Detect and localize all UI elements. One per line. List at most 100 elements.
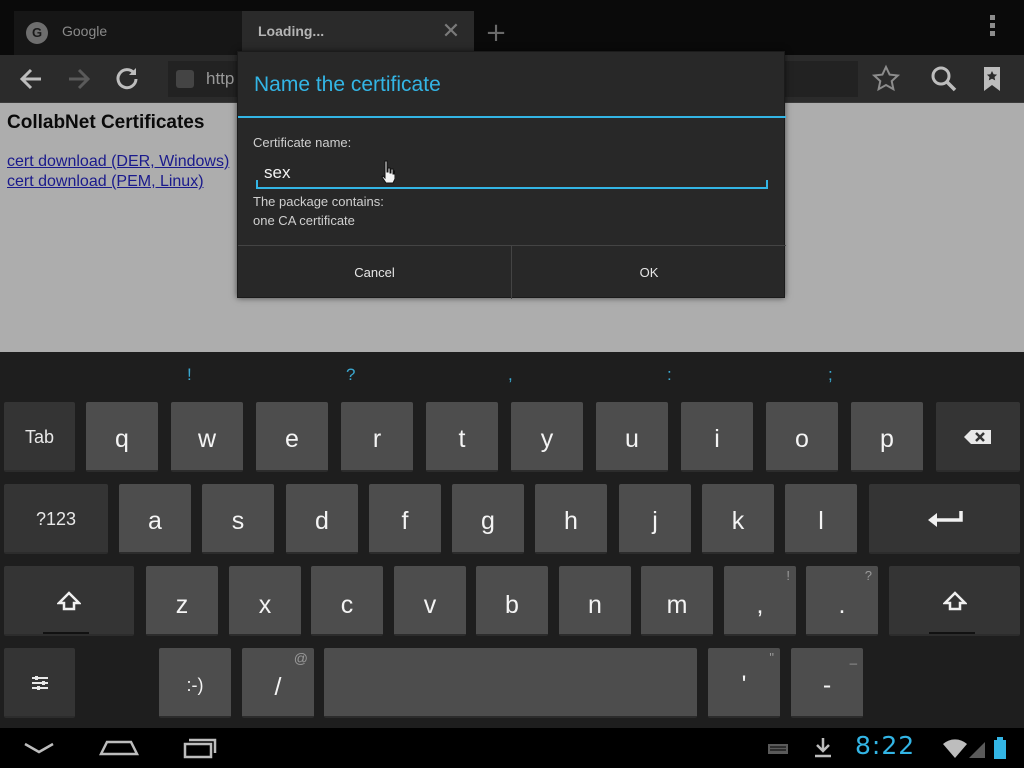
soft-keyboard: ! ? , : ; Tab q w e r t y u i o p ?123 a… [0, 352, 1024, 728]
system-nav-bar: 8:22 [0, 728, 1024, 768]
hint-symbol: ; [828, 365, 833, 384]
key-j[interactable]: j [619, 484, 691, 554]
apostrophe-key[interactable]: ' " [708, 648, 780, 718]
dialog-button-bar: Cancel OK [238, 245, 786, 299]
battery-icon [990, 732, 1010, 764]
settings-icon [31, 676, 48, 690]
key-o[interactable]: o [766, 402, 838, 472]
tab-title: Google [62, 23, 108, 39]
symbols-mode-key[interactable]: ?123 [4, 484, 108, 554]
home-icon[interactable] [92, 732, 146, 764]
bookmarks-icon[interactable] [974, 61, 1010, 97]
back-arrow-icon[interactable] [13, 61, 49, 97]
star-icon[interactable] [868, 61, 904, 97]
close-tab-icon[interactable]: ✕ [438, 19, 464, 45]
google-favicon-icon: G [26, 22, 48, 44]
dash-key-hint: _ [849, 650, 857, 665]
forward-arrow-icon[interactable] [61, 61, 97, 97]
key-v[interactable]: v [394, 566, 466, 636]
key-f[interactable]: f [369, 484, 441, 554]
backspace-key[interactable] [936, 402, 1020, 472]
key-e[interactable]: e [256, 402, 328, 472]
keyboard-settings-key[interactable] [4, 648, 75, 718]
overflow-menu-icon[interactable] [982, 12, 1002, 42]
tab-strip: G Google Loading... ✕ + [0, 0, 1024, 55]
recent-apps-icon[interactable] [173, 732, 227, 764]
backspace-icon [964, 430, 991, 444]
cancel-button[interactable]: Cancel [238, 246, 511, 299]
slash-key[interactable]: / @ [242, 648, 314, 718]
tab-title: Loading... [258, 23, 325, 39]
url-text: http [206, 69, 235, 88]
certificate-name-input[interactable] [256, 159, 768, 189]
key-k[interactable]: k [702, 484, 774, 554]
keyboard-hint-row: ! ? , : ; [0, 352, 1024, 398]
shift-indicator [43, 632, 90, 634]
hint-symbol: ? [346, 365, 356, 384]
period-key-hint: ? [864, 568, 872, 583]
hide-keyboard-icon[interactable] [12, 732, 66, 764]
key-i[interactable]: i [681, 402, 753, 472]
key-r[interactable]: r [341, 402, 413, 472]
pem-download-link[interactable]: cert download (PEM, Linux) [7, 173, 204, 191]
key-t[interactable]: t [426, 402, 498, 472]
name-certificate-dialog: Name the certificate Certificate name: T… [237, 51, 786, 299]
package-info-line: one CA certificate [253, 213, 355, 228]
hint-symbol: ! [187, 365, 192, 384]
key-u[interactable]: u [596, 402, 668, 472]
package-info-line: The package contains: [253, 194, 384, 209]
smiley-key[interactable]: :-) [159, 648, 231, 718]
comma-key[interactable]: , ! [724, 566, 796, 636]
certificate-name-label: Certificate name: [253, 135, 352, 150]
key-a[interactable]: a [119, 484, 191, 554]
input-edge-right [766, 180, 768, 188]
shift-icon [55, 591, 83, 611]
hint-symbol: : [667, 365, 672, 384]
key-q[interactable]: q [86, 402, 158, 472]
new-tab-button[interactable]: + [480, 16, 512, 50]
dialog-title: Name the certificate [254, 73, 441, 96]
period-key[interactable]: . ? [806, 566, 878, 636]
hand-cursor-icon [381, 160, 396, 184]
key-y[interactable]: y [511, 402, 583, 472]
tab-google[interactable]: G Google [14, 11, 242, 55]
enter-key[interactable] [869, 484, 1020, 554]
shift-key-left[interactable] [4, 566, 134, 636]
key-h[interactable]: h [535, 484, 607, 554]
shift-indicator [928, 632, 975, 634]
refresh-icon[interactable] [109, 61, 145, 97]
comma-key-hint: ! [786, 568, 790, 583]
spacebar-key[interactable] [324, 648, 697, 718]
key-b[interactable]: b [476, 566, 548, 636]
key-s[interactable]: s [202, 484, 274, 554]
der-download-link[interactable]: cert download (DER, Windows) [7, 153, 229, 171]
shift-icon [941, 591, 968, 611]
key-x[interactable]: x [229, 566, 301, 636]
tab-loading[interactable]: Loading... ✕ [242, 11, 474, 55]
search-icon[interactable] [926, 61, 962, 97]
key-l[interactable]: l [785, 484, 857, 554]
signal-icon [966, 732, 988, 764]
key-c[interactable]: c [311, 566, 383, 636]
dash-key[interactable]: - _ [791, 648, 863, 718]
key-z[interactable]: z [146, 566, 218, 636]
dialog-title-divider [238, 116, 786, 118]
key-n[interactable]: n [559, 566, 631, 636]
hint-symbol: , [508, 365, 513, 384]
key-m[interactable]: m [641, 566, 713, 636]
slash-key-hint: @ [293, 650, 308, 666]
shift-key-right[interactable] [889, 566, 1020, 636]
status-clock: 8:22 [855, 731, 916, 760]
tab-key[interactable]: Tab [4, 402, 75, 472]
key-g[interactable]: g [452, 484, 524, 554]
page-title: CollabNet Certificates [7, 112, 205, 133]
key-w[interactable]: w [171, 402, 243, 472]
key-p[interactable]: p [851, 402, 923, 472]
apostrophe-key-hint: " [769, 650, 774, 665]
wifi-icon [941, 732, 969, 764]
key-d[interactable]: d [286, 484, 358, 554]
keyboard-icon [758, 732, 798, 764]
comma-key-label: , [756, 591, 764, 619]
ok-button[interactable]: OK [512, 246, 786, 299]
download-icon [806, 732, 840, 764]
